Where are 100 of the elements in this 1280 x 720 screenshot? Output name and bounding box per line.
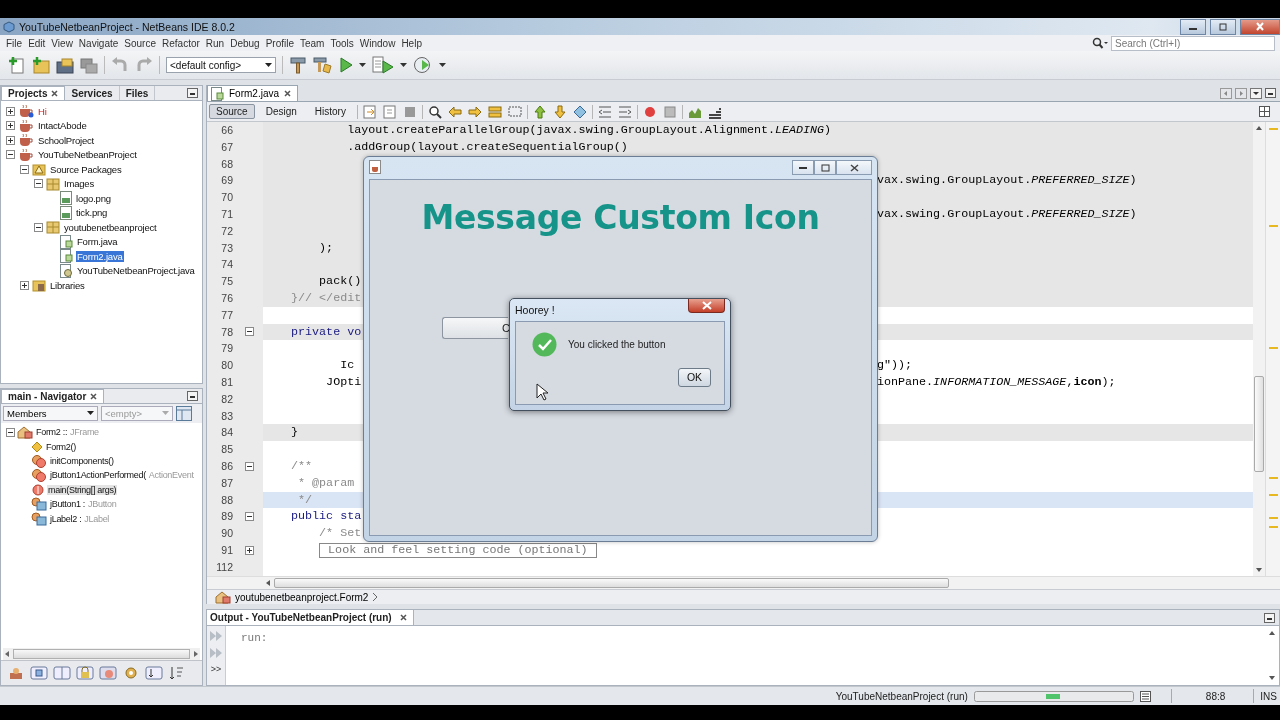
tree-item[interactable]: jLabel2 : <box>49 513 83 524</box>
tab-list-icon[interactable] <box>1250 87 1262 99</box>
split-icon[interactable] <box>1259 106 1270 117</box>
scroll-down-icon[interactable] <box>1255 567 1263 573</box>
tree-item[interactable]: IntactAbode <box>37 120 88 132</box>
close-button[interactable] <box>1240 18 1280 35</box>
tree-item[interactable]: main(String[] args) <box>47 484 118 495</box>
scroll-up-icon[interactable] <box>1255 125 1263 131</box>
collapse-icon[interactable] <box>245 327 254 337</box>
gauge-icon[interactable] <box>413 56 433 74</box>
minimize-icon[interactable] <box>187 88 198 98</box>
folder-icon[interactable] <box>56 56 74 74</box>
panel-tab[interactable]: Services <box>65 86 120 100</box>
menu-item[interactable]: Run <box>202 37 228 49</box>
play-icon[interactable] <box>339 56 353 74</box>
close-icon[interactable] <box>51 90 59 97</box>
lock-icon[interactable] <box>76 665 94 681</box>
scroll-up-icon[interactable] <box>1268 630 1276 636</box>
tree-item[interactable]: SchoolProject <box>37 134 95 146</box>
close-icon[interactable] <box>90 393 98 400</box>
collapse-icon[interactable] <box>34 222 43 232</box>
menu-item[interactable]: Window <box>356 37 399 49</box>
sort-alpha-icon[interactable] <box>168 665 186 681</box>
tree-item[interactable]: Hi <box>37 105 48 117</box>
panel-tab[interactable]: Output - YouTubeNetbeanProject (run) <box>207 610 414 625</box>
tree-item[interactable]: YouTubeNetbeanProject <box>37 149 138 161</box>
scroll-left-icon[interactable] <box>3 649 11 659</box>
shape-icon[interactable] <box>99 665 117 681</box>
gear-icon[interactable] <box>122 665 140 681</box>
menu-item[interactable]: Team <box>297 37 328 49</box>
menu-item[interactable]: File <box>3 37 26 49</box>
search-icon[interactable] <box>426 103 443 120</box>
menu-item[interactable]: Refactor <box>159 37 203 49</box>
tree-item[interactable]: Form.java <box>76 236 119 248</box>
menu-item[interactable]: Edit <box>25 37 49 49</box>
minimize-icon[interactable] <box>1265 87 1276 98</box>
minimize-button[interactable] <box>1180 18 1206 35</box>
scroll-down-icon[interactable] <box>1268 675 1276 681</box>
search-field[interactable]: Search (Ctrl+I) <box>1111 35 1275 51</box>
minimize-button[interactable] <box>792 160 814 175</box>
ok-button[interactable]: OK <box>678 368 711 387</box>
panel-tab[interactable]: Files <box>119 86 156 100</box>
collapse-icon[interactable] <box>245 461 254 471</box>
file-plus-icon[interactable] <box>8 56 26 74</box>
collapse-icon[interactable] <box>6 150 15 160</box>
tree-item[interactable]: Source Packages <box>49 163 123 175</box>
view-tab[interactable]: Source <box>209 104 255 119</box>
menu-item[interactable]: Help <box>398 37 425 49</box>
document-play-icon[interactable] <box>372 56 394 74</box>
menu-item[interactable]: Debug <box>227 37 263 49</box>
shift-left-icon[interactable] <box>596 103 613 120</box>
tree-item[interactable]: logo.png <box>75 192 112 204</box>
hammer-broom-icon[interactable] <box>313 56 333 74</box>
caret-icon[interactable] <box>400 62 407 68</box>
expand-icon[interactable] <box>6 135 15 145</box>
collapse-icon[interactable] <box>34 179 43 189</box>
scrollbar-thumb[interactable] <box>274 578 949 588</box>
tree-item[interactable]: Libraries <box>49 279 86 291</box>
scrollbar-thumb[interactable] <box>1254 376 1265 472</box>
scroll-left-icon[interactable] <box>265 579 271 587</box>
search-icon[interactable] <box>1092 37 1108 49</box>
shift-right-icon[interactable] <box>616 103 633 120</box>
menu-item[interactable]: View <box>48 37 76 49</box>
folder-plus-icon[interactable] <box>32 56 50 74</box>
panel-tab[interactable]: main - Navigator <box>1 389 105 403</box>
tree-item[interactable]: Form2 :: <box>35 427 69 438</box>
arrow-down-icon[interactable] <box>551 103 568 120</box>
tree-item[interactable]: YouTubeNetbeanProject.java <box>76 265 196 277</box>
stack-icon[interactable] <box>486 103 503 120</box>
members-dropdown[interactable]: Members <box>3 406 98 421</box>
panel-tab[interactable]: Projects <box>1 86 66 100</box>
grid-icon[interactable] <box>1139 690 1151 702</box>
close-icon[interactable] <box>399 614 407 621</box>
tab-left-icon[interactable] <box>1220 87 1232 99</box>
hammer-icon[interactable] <box>289 56 307 74</box>
arrow-up-icon[interactable] <box>531 103 548 120</box>
collapse-icon[interactable] <box>20 164 29 174</box>
scrollbar-thumb[interactable] <box>13 649 190 659</box>
close-button[interactable] <box>688 299 725 313</box>
tree-item[interactable]: initComponents() <box>49 455 115 466</box>
config-dropdown[interactable]: <default config> <box>166 57 276 73</box>
expand-icon[interactable] <box>6 121 15 131</box>
collapse-icon[interactable] <box>245 512 254 522</box>
expand-icon[interactable] <box>245 545 254 555</box>
editor-tab[interactable]: Form2.java <box>207 85 298 101</box>
expand-icon[interactable] <box>20 280 29 290</box>
tree-item[interactable]: Images <box>63 178 95 190</box>
selection-icon[interactable] <box>506 103 523 120</box>
sort-icon[interactable] <box>145 665 163 681</box>
stack-icon[interactable] <box>80 56 98 74</box>
stop-icon[interactable] <box>661 103 678 120</box>
menu-item[interactable]: Profile <box>262 37 297 49</box>
folded-code[interactable]: Look and feel setting code (optional) <box>319 542 597 558</box>
menu-item[interactable]: Tools <box>327 37 357 49</box>
minimize-icon[interactable] <box>187 391 198 401</box>
tree-item[interactable]: Form2() <box>45 441 77 452</box>
tree-item[interactable]: jButton1ActionPerformed( <box>49 470 147 481</box>
menu-item[interactable]: Source <box>121 37 159 49</box>
tree-item[interactable]: youtubenetbeanproject <box>63 221 158 233</box>
columns-icon[interactable] <box>53 665 71 681</box>
